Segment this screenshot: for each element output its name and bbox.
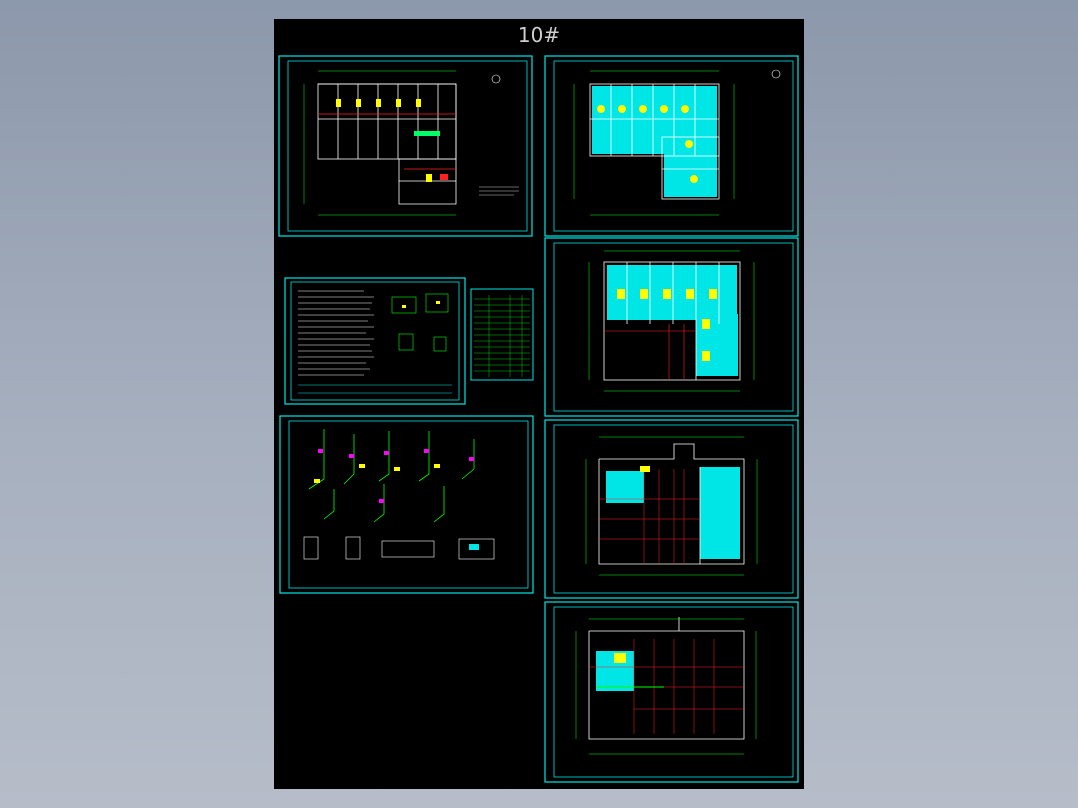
panel-floor-plan-1[interactable] <box>278 55 533 237</box>
panel-floor-plan-3[interactable] <box>544 237 799 417</box>
panel-frame-outer <box>544 419 799 599</box>
riser-tags <box>318 449 474 503</box>
notes-text-lines <box>298 290 374 376</box>
north-arrow-icon <box>771 69 781 79</box>
detail-markers <box>402 301 440 308</box>
legend-row <box>298 384 452 394</box>
panel-frame-outer <box>279 415 534 594</box>
fixture <box>640 466 650 472</box>
riser-lines <box>308 429 475 523</box>
table-grid <box>474 295 530 377</box>
drawing-canvas: 10# <box>274 19 804 789</box>
panel-frame-inner <box>553 606 794 778</box>
notes-lines <box>479 186 519 196</box>
panel-frame-outer <box>278 55 533 237</box>
table-frame <box>470 288 534 381</box>
panel-floor-plan-2[interactable] <box>544 55 799 237</box>
north-arrow-icon <box>491 74 501 84</box>
pump-detail <box>469 544 479 550</box>
detail-sections <box>303 536 495 560</box>
riser-fixtures <box>314 464 440 483</box>
panel-frame-inner <box>288 420 529 589</box>
panel-legend-table[interactable] <box>470 288 534 381</box>
panel-riser-diagrams[interactable] <box>279 415 534 594</box>
pipes <box>318 113 456 170</box>
fixtures <box>614 653 626 663</box>
red-block <box>440 174 448 180</box>
room-fills <box>606 467 740 559</box>
axis-lines <box>303 70 456 216</box>
panel-frame-outer <box>544 237 799 417</box>
panel-floor-plan-5[interactable] <box>544 601 799 783</box>
panel-frame-outer <box>544 601 799 783</box>
green-pipe <box>414 131 440 136</box>
panel-floor-plan-4[interactable] <box>544 419 799 599</box>
panel-design-notes[interactable] <box>284 277 466 405</box>
drawing-svg <box>278 55 799 783</box>
panel-frame-inner <box>287 60 528 232</box>
pipes <box>604 324 696 380</box>
